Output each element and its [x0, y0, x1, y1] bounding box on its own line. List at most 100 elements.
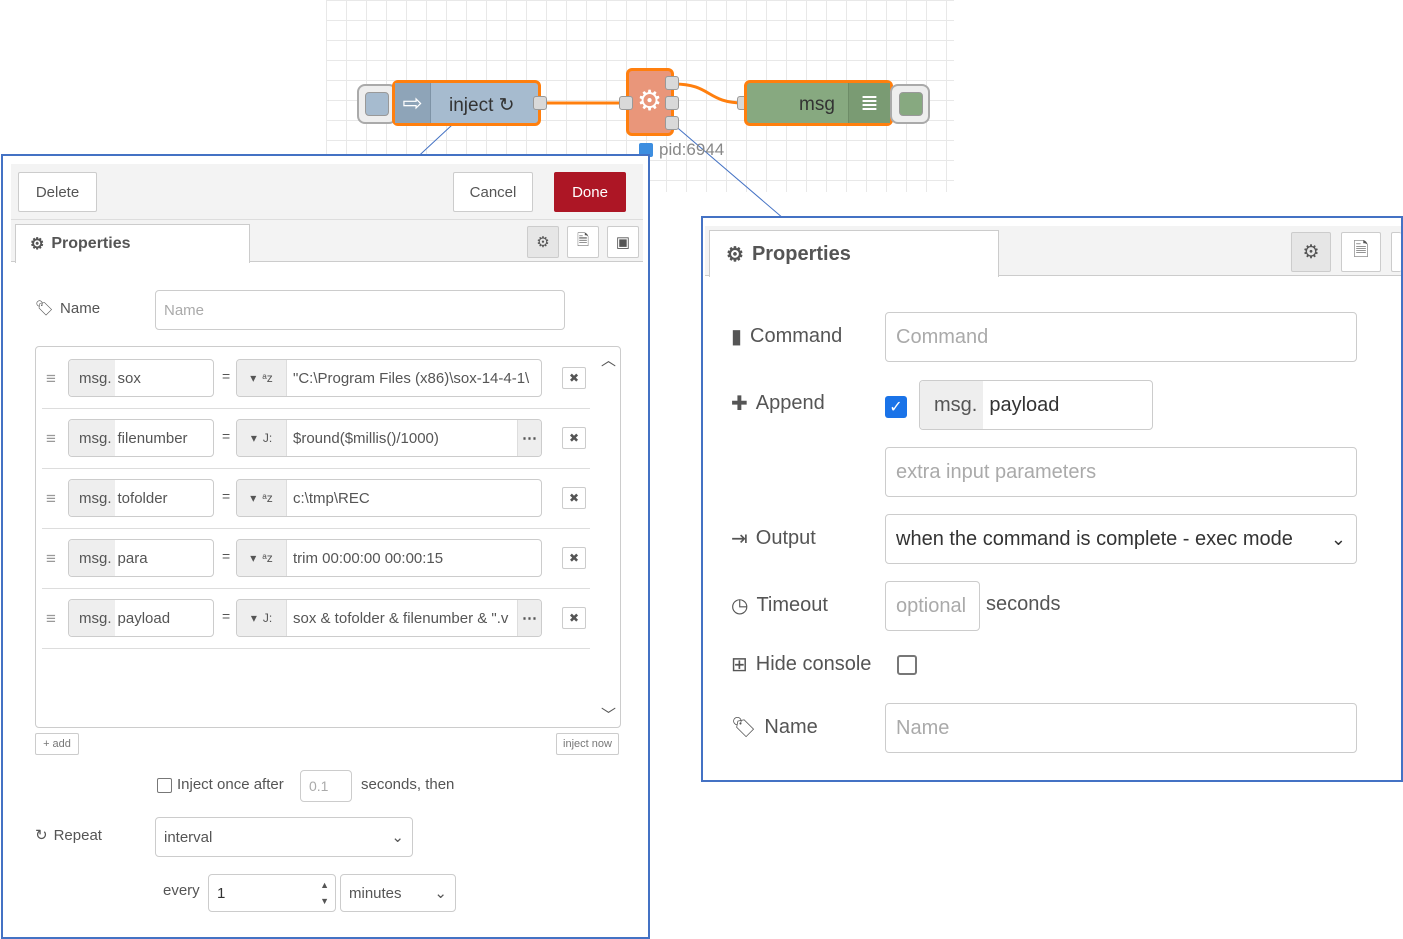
inject-tab-bar: ⚙ Properties ⚙ 🗎 ▣ — [11, 220, 643, 263]
exec-output-port-2[interactable] — [665, 96, 679, 110]
hide-console-checkbox[interactable] — [897, 655, 917, 675]
value-input[interactable]: ▾ J: sox & tofolder & filenumber & ".v ⋯ — [236, 599, 542, 637]
value-input[interactable]: ▾ J: $round($millis()/1000) ⋯ — [236, 419, 542, 457]
seconds-label: seconds — [986, 593, 1061, 615]
value-input[interactable]: ▾ ᵃz "C:\Program Files (x86)\sox-14-4-1\ — [236, 359, 542, 397]
add-button[interactable]: + add — [35, 733, 79, 755]
inject-node[interactable]: ⇨ inject ↻ — [392, 80, 541, 126]
clock-icon: ◷ — [731, 595, 749, 617]
name-label: 🏷 Name — [35, 299, 101, 318]
exec-tab-bar: ⚙ Properties ⚙ 🗎 — [705, 226, 1401, 277]
name-input[interactable]: Name — [155, 290, 565, 330]
every-value: 1 — [217, 884, 226, 902]
inject-output-port[interactable] — [533, 96, 547, 110]
exec-output-port-1[interactable] — [665, 76, 679, 90]
exec-input-port[interactable] — [619, 96, 633, 110]
tab-properties[interactable]: ⚙ Properties — [15, 224, 250, 263]
spinner-arrows-icon[interactable]: ▲ ▼ — [320, 877, 329, 909]
property-name: payload — [117, 609, 171, 627]
file-icon: ▮ — [731, 326, 743, 348]
value-input[interactable]: ▾ ᵃz trim 00:00:00 00:00:15 — [236, 539, 542, 577]
list-item: ≡ msg. filenumber = ▾ J: $round($millis(… — [42, 409, 590, 469]
equals-sign: = — [222, 608, 231, 624]
drag-handle-icon[interactable]: ≡ — [46, 609, 56, 629]
type-selector[interactable]: ▾ ᵃz — [237, 480, 287, 516]
type-selector[interactable]: ▾ J: — [237, 420, 287, 456]
property-input[interactable]: msg. tofolder — [68, 479, 214, 517]
cancel-button[interactable]: Cancel — [453, 172, 533, 212]
timeout-label: ◷ Timeout — [731, 593, 828, 618]
output-mode-value: when the command is complete - exec mode — [896, 527, 1293, 550]
ellipsis-icon[interactable]: ⋯ — [517, 600, 541, 636]
property-input[interactable]: msg. payload — [68, 599, 214, 637]
inject-arrow-icon: ⇨ — [395, 83, 431, 123]
property-input[interactable]: msg. sox — [68, 359, 214, 397]
close-icon[interactable]: ✖ — [562, 547, 586, 569]
close-icon[interactable]: ✖ — [562, 607, 586, 629]
repeat-select[interactable]: interval ⌄ — [155, 817, 413, 857]
type-icon: ᵃz — [262, 551, 273, 565]
timeout-input[interactable]: optional — [885, 581, 980, 631]
type-selector[interactable]: ▾ ᵃz — [237, 360, 287, 396]
inject-once-delay-input[interactable]: 0.1 — [300, 770, 352, 802]
command-input[interactable]: Command — [885, 312, 1357, 362]
inject-trigger-inner — [365, 92, 389, 116]
debug-node[interactable]: msg ≣ — [744, 80, 893, 126]
delete-button[interactable]: Delete — [18, 172, 97, 212]
inject-editor-panel: Delete Cancel Done ⚙ Properties ⚙ 🗎 ▣ 🏷 … — [1, 154, 650, 939]
debug-toggle-button[interactable] — [890, 84, 930, 124]
property-name: tofolder — [117, 489, 168, 507]
debug-node-label: msg — [799, 94, 835, 115]
scroll-down-icon[interactable]: ﹀ — [601, 704, 616, 725]
value-input[interactable]: ▾ ᵃz c:\tmp\REC — [236, 479, 542, 517]
gear-icon: ⚙ — [637, 85, 663, 116]
settings-tab-button[interactable]: ⚙ — [1291, 232, 1331, 272]
name-label: 🏷 Name — [731, 715, 818, 740]
close-icon[interactable]: ✖ — [562, 487, 586, 509]
close-icon[interactable]: ✖ — [562, 367, 586, 389]
timeout-label-text: Timeout — [756, 594, 828, 616]
done-button[interactable]: Done — [554, 172, 626, 212]
name-label-text: Name — [60, 299, 101, 317]
property-input[interactable]: msg. filenumber — [68, 419, 214, 457]
description-tab-button[interactable]: 🗎 — [567, 226, 599, 258]
command-label-text: Command — [750, 325, 843, 347]
debug-toggle-inner — [899, 92, 923, 116]
hide-console-label: ⊞ Hide console — [731, 652, 871, 677]
seconds-then-label: seconds, then — [361, 776, 455, 793]
tab-properties-label: Properties — [751, 242, 851, 265]
description-tab-button[interactable]: 🗎 — [1341, 232, 1381, 272]
extra-parameters-input[interactable]: extra input parameters — [885, 447, 1357, 497]
tag-icon: 🏷 — [35, 300, 55, 317]
property-input[interactable]: msg. para — [68, 539, 214, 577]
gear-icon: ⚙ — [726, 243, 744, 266]
property-list[interactable]: ≡ msg. sox = ▾ ᵃz "C:\Program Files (x86… — [35, 346, 621, 728]
tab-properties[interactable]: ⚙ Properties — [709, 230, 999, 277]
drag-handle-icon[interactable]: ≡ — [46, 549, 56, 569]
ellipsis-icon[interactable]: ⋯ — [517, 420, 541, 456]
editor-toolbar: Delete Cancel Done — [11, 164, 643, 220]
scroll-up-icon[interactable]: ︿ — [601, 349, 616, 370]
inject-trigger-button[interactable] — [357, 84, 397, 124]
append-checkbox[interactable]: ✓ — [885, 396, 907, 418]
output-mode-select[interactable]: when the command is complete - exec mode… — [885, 514, 1357, 564]
type-selector[interactable]: ▾ ᵃz — [237, 540, 287, 576]
list-item: ≡ msg. payload = ▾ J: sox & tofolder & f… — [42, 589, 590, 649]
inject-now-button[interactable]: inject now — [556, 733, 619, 755]
interval-unit-select[interactable]: minutes ⌄ — [340, 874, 456, 912]
settings-tab-button[interactable]: ⚙ — [527, 226, 559, 258]
appearance-tab-button[interactable] — [1391, 232, 1401, 272]
msg-prefix: msg. — [69, 600, 115, 636]
type-selector[interactable]: ▾ J: — [237, 600, 287, 636]
every-spinner-input[interactable]: 1 ▲ ▼ — [208, 874, 336, 912]
close-icon[interactable]: ✖ — [562, 427, 586, 449]
exec-output-port-3[interactable] — [665, 116, 679, 130]
value-text: trim 00:00:00 00:00:15 — [293, 549, 444, 567]
append-property-input[interactable]: msg. payload — [919, 380, 1153, 430]
drag-handle-icon[interactable]: ≡ — [46, 429, 56, 449]
inject-once-checkbox[interactable] — [157, 778, 172, 793]
drag-handle-icon[interactable]: ≡ — [46, 489, 56, 509]
appearance-tab-button[interactable]: ▣ — [607, 226, 639, 258]
name-input[interactable]: Name — [885, 703, 1357, 753]
drag-handle-icon[interactable]: ≡ — [46, 369, 56, 389]
